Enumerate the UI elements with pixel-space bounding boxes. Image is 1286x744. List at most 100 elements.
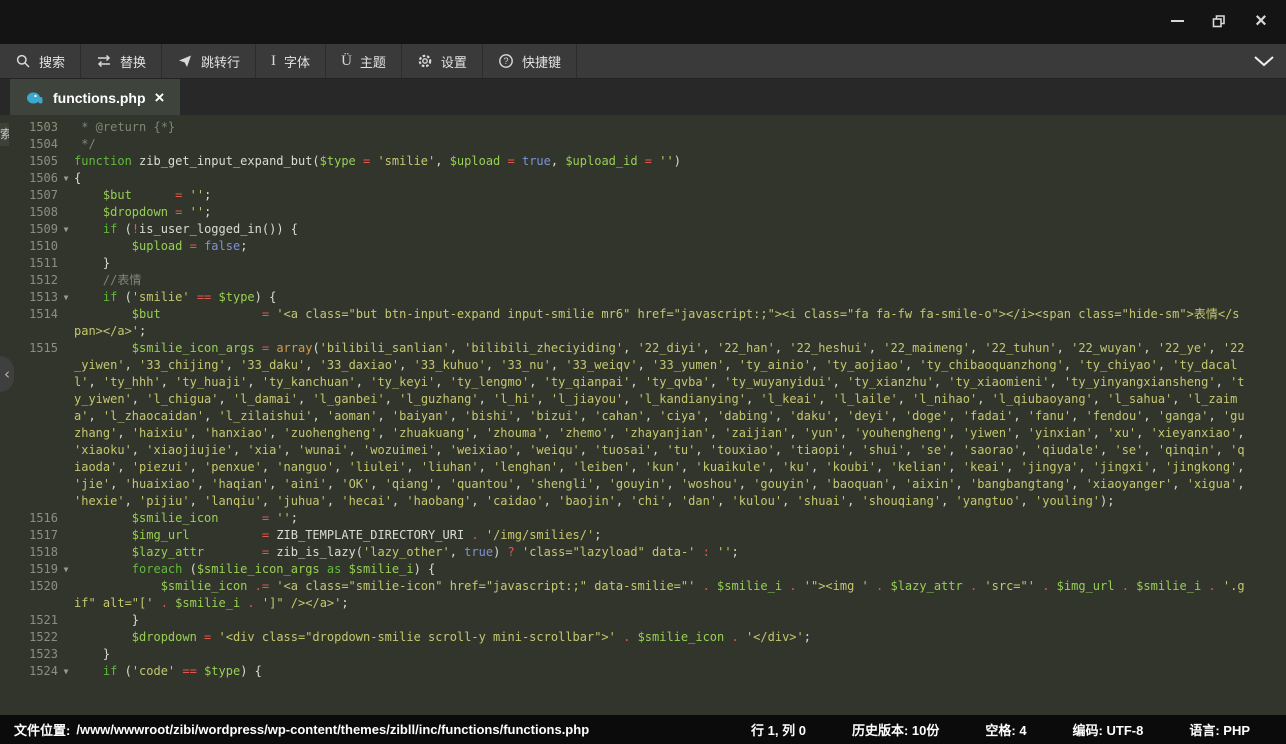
tab-label: functions.php — [53, 90, 146, 106]
code-line[interactable]: 1522 $dropdown = '<div class="dropdown-s… — [0, 629, 1286, 646]
font-label: 字体 — [284, 52, 310, 71]
fold-arrow-icon[interactable]: ▼ — [58, 289, 74, 306]
line-number[interactable]: 1521 — [0, 612, 58, 629]
svg-text:?: ? — [503, 56, 508, 66]
settings-label: 设置 — [441, 52, 467, 71]
line-number[interactable]: 1520 — [0, 578, 58, 612]
settings-button[interactable]: 设置 — [402, 44, 483, 78]
code-line[interactable]: 1521 } — [0, 612, 1286, 629]
line-number[interactable]: 1506 — [0, 170, 58, 187]
line-number[interactable]: 1522 — [0, 629, 58, 646]
spaces-setting[interactable]: 空格: 4 — [985, 720, 1026, 739]
jump-to-line-button[interactable]: 跳转行 — [162, 44, 256, 78]
line-number[interactable]: 1516 — [0, 510, 58, 527]
toolbar-expand-button[interactable] — [1252, 54, 1276, 68]
code-line[interactable]: 1507 $but = ''; — [0, 187, 1286, 204]
code-line[interactable]: 1514 $but = '<a class="but btn-input-exp… — [0, 306, 1286, 340]
code-line[interactable]: 1517 $img_url = ZIB_TEMPLATE_DIRECTORY_U… — [0, 527, 1286, 544]
line-number[interactable]: 1507 — [0, 187, 58, 204]
code-line[interactable]: 1504 */ — [0, 136, 1286, 153]
replace-button[interactable]: 替换 — [81, 44, 162, 78]
minimize-button[interactable] — [1168, 12, 1186, 30]
search-label: 搜索 — [39, 52, 65, 71]
line-number[interactable]: 1513 — [0, 289, 58, 306]
fold-gutter — [58, 629, 74, 646]
shortcuts-button[interactable]: ? 快捷键 — [483, 44, 577, 78]
chevron-down-icon — [1252, 54, 1276, 68]
close-icon: × — [1255, 13, 1267, 29]
fold-gutter — [58, 272, 74, 289]
code-line[interactable]: 1509▼ if (!is_user_logged_in()) { — [0, 221, 1286, 238]
line-number[interactable]: 1512 — [0, 272, 58, 289]
theme-label: 主题 — [360, 52, 386, 71]
fold-gutter — [58, 119, 74, 136]
line-number[interactable]: 1517 — [0, 527, 58, 544]
replace-icon — [96, 53, 112, 69]
code-line[interactable]: 1503 * @return {*} — [0, 119, 1286, 136]
code-line[interactable]: 1518 $lazy_attr = zib_is_lazy('lazy_othe… — [0, 544, 1286, 561]
encoding-setting[interactable]: 编码: UTF-8 — [1073, 720, 1144, 739]
code-line[interactable]: 1523 } — [0, 646, 1286, 663]
fold-gutter — [58, 238, 74, 255]
tab-close-icon[interactable]: × — [155, 89, 165, 106]
line-number[interactable]: 1524 — [0, 663, 58, 680]
replace-label: 替换 — [120, 52, 146, 71]
code-area[interactable]: 1503 * @return {*}1504 */1505function zi… — [0, 119, 1286, 680]
code-line[interactable]: 1515 $smilie_icon_args = array('bilibili… — [0, 340, 1286, 510]
maximize-button[interactable] — [1210, 12, 1228, 30]
cursor-position[interactable]: 行 1, 列 0 — [751, 720, 806, 739]
php-file-icon — [26, 90, 44, 105]
fold-arrow-icon[interactable]: ▼ — [58, 663, 74, 680]
history-versions[interactable]: 历史版本: 10份 — [852, 720, 939, 739]
font-button[interactable]: I 字体 — [256, 44, 326, 78]
code-line[interactable]: 1519▼ foreach ($smilie_icon_args as $smi… — [0, 561, 1286, 578]
theme-button[interactable]: Ü 主题 — [326, 44, 402, 78]
fold-gutter — [58, 527, 74, 544]
maximize-icon — [1211, 13, 1227, 29]
code-editor[interactable]: 1503 * @return {*}1504 */1505function zi… — [0, 115, 1286, 715]
fold-gutter — [58, 612, 74, 629]
question-circle-icon: ? — [498, 53, 514, 69]
fold-arrow-icon[interactable]: ▼ — [58, 561, 74, 578]
code-line[interactable]: 1505function zib_get_input_expand_but($t… — [0, 153, 1286, 170]
paper-plane-icon — [177, 53, 193, 69]
code-line[interactable]: 1524▼ if ('code' == $type) { — [0, 663, 1286, 680]
language-setting[interactable]: 语言: PHP — [1189, 720, 1250, 739]
code-line[interactable]: 1510 $upload = false; — [0, 238, 1286, 255]
close-button[interactable]: × — [1252, 12, 1270, 30]
status-right-group: 行 1, 列 0 历史版本: 10份 空格: 4 编码: UTF-8 语言: P… — [751, 720, 1272, 739]
fold-arrow-icon[interactable]: ▼ — [58, 170, 74, 187]
code-line[interactable]: 1513▼ if ('smilie' == $type) { — [0, 289, 1286, 306]
code-line[interactable]: 1512 //表情 — [0, 272, 1286, 289]
collapsed-panel-tab[interactable]: 索 — [0, 123, 9, 146]
line-number[interactable]: 1510 — [0, 238, 58, 255]
file-location-label: 文件位置: — [14, 720, 70, 739]
line-number[interactable]: 1505 — [0, 153, 58, 170]
line-number[interactable]: 1518 — [0, 544, 58, 561]
line-number[interactable]: 1519 — [0, 561, 58, 578]
jump-to-line-label: 跳转行 — [201, 52, 240, 71]
window-controls: × — [1168, 12, 1270, 30]
fold-gutter — [58, 544, 74, 561]
code-line[interactable]: 1520 $smilie_icon .= '<a class="smilie-i… — [0, 578, 1286, 612]
tab-functions-php[interactable]: functions.php × — [10, 79, 180, 116]
fold-gutter — [58, 136, 74, 153]
file-path: /www/wwwroot/zibi/wordpress/wp-content/t… — [76, 722, 589, 737]
file-location: 文件位置: /www/wwwroot/zibi/wordpress/wp-con… — [14, 720, 589, 739]
code-line[interactable]: 1516 $smilie_icon = ''; — [0, 510, 1286, 527]
line-number[interactable]: 1511 — [0, 255, 58, 272]
code-line[interactable]: 1511 } — [0, 255, 1286, 272]
line-number[interactable]: 1514 — [0, 306, 58, 340]
fold-gutter — [58, 306, 74, 340]
search-button[interactable]: 搜索 — [0, 44, 81, 78]
editor-window: × 搜索 替换 跳转行 I 字体 Ü 主题 设置 ? 快捷键 — [0, 0, 1286, 744]
line-number[interactable]: 1523 — [0, 646, 58, 663]
line-number[interactable]: 1509 — [0, 221, 58, 238]
code-line[interactable]: 1506▼{ — [0, 170, 1286, 187]
line-number[interactable]: 1508 — [0, 204, 58, 221]
theme-icon: Ü — [341, 54, 352, 69]
fold-arrow-icon[interactable]: ▼ — [58, 221, 74, 238]
minimize-icon — [1171, 20, 1184, 22]
code-line[interactable]: 1508 $dropdown = ''; — [0, 204, 1286, 221]
search-icon — [15, 53, 31, 69]
